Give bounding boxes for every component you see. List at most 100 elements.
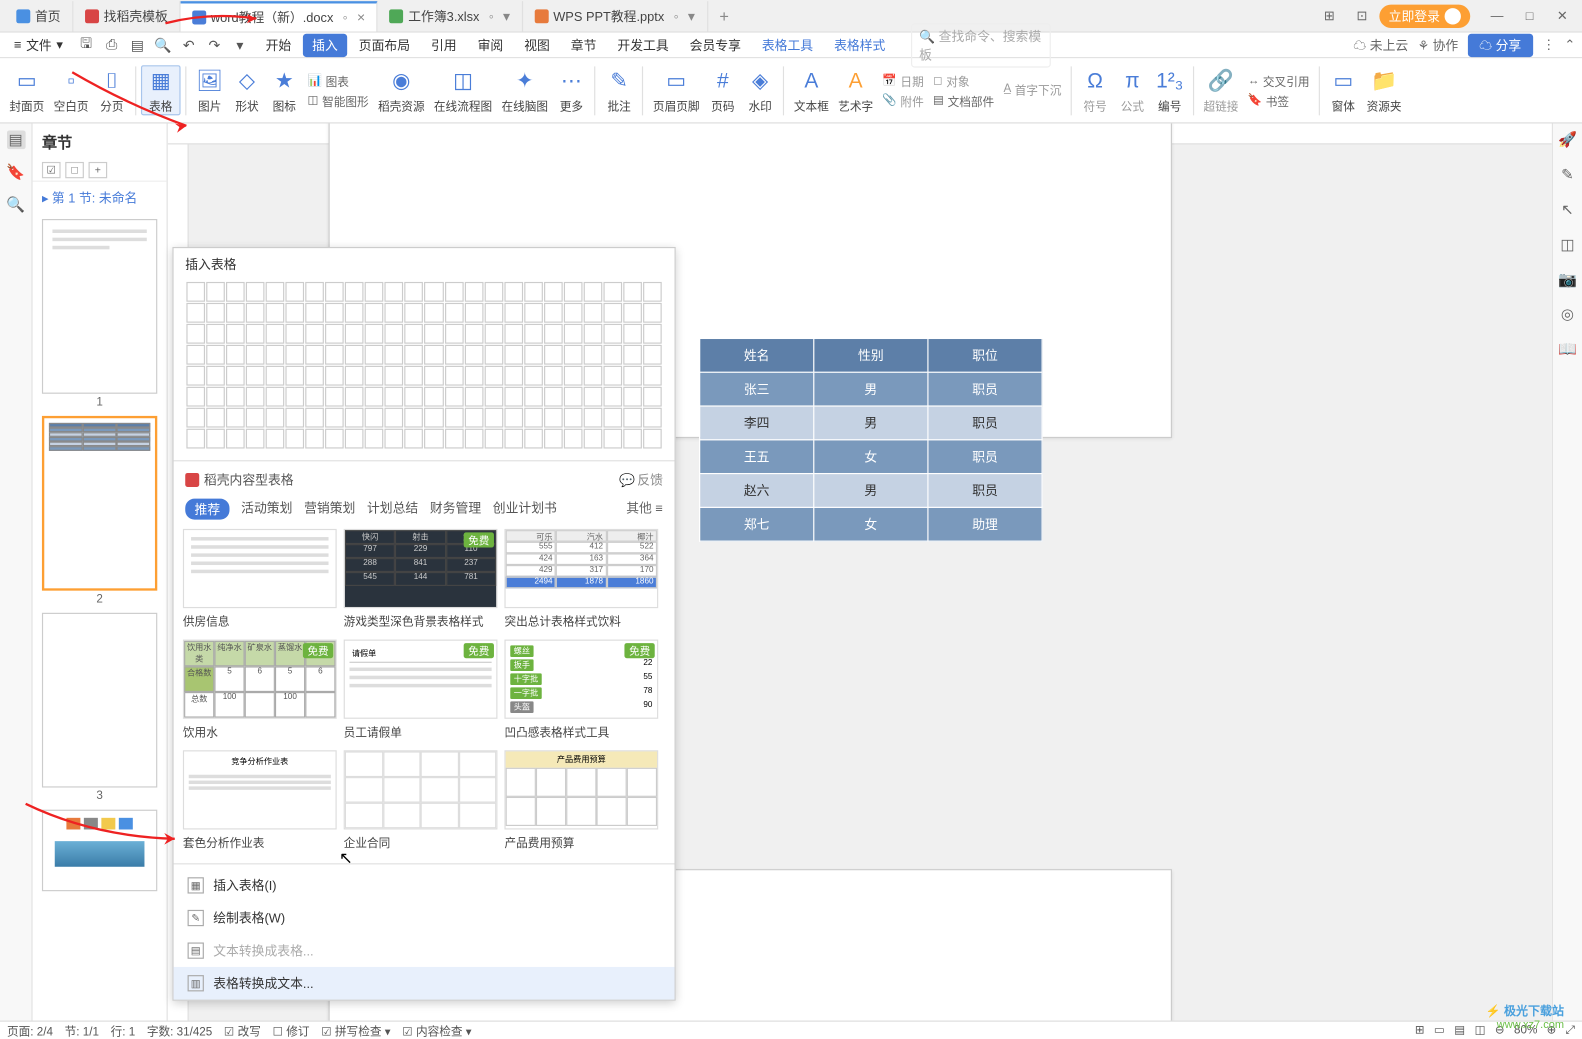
- rb-bookmark[interactable]: 🔖书签: [1248, 91, 1310, 108]
- maximize-button[interactable]: □: [1515, 4, 1545, 27]
- rb-wordart[interactable]: A艺术字: [834, 66, 878, 114]
- dropdown-icon[interactable]: ▾: [231, 36, 250, 55]
- rb-attach[interactable]: 📎附件: [882, 91, 923, 108]
- tab-ppt[interactable]: WPS PPT教程.pptx◦▾: [523, 1, 708, 31]
- menu-draw-table[interactable]: ✎绘制表格(W): [174, 902, 675, 935]
- menu-insert[interactable]: 插入: [303, 33, 347, 56]
- save-icon[interactable]: 🖫: [77, 36, 96, 55]
- menu-dev[interactable]: 开发工具: [608, 36, 678, 55]
- share-button[interactable]: ☁ 分享: [1468, 33, 1533, 56]
- cat-plan[interactable]: 计划总结: [367, 499, 418, 520]
- status-revise[interactable]: ☐ 修订: [273, 1022, 310, 1039]
- print-icon[interactable]: ▤: [128, 36, 147, 55]
- menu-start[interactable]: 开始: [256, 36, 300, 55]
- close-icon[interactable]: ◦: [674, 8, 679, 24]
- rb-number[interactable]: 1²₃编号: [1151, 66, 1188, 114]
- rb-headerfooter[interactable]: ▭页眉页脚: [648, 66, 704, 114]
- grid-icon[interactable]: ⊞: [1314, 4, 1344, 27]
- search-strip-icon[interactable]: 🔍: [6, 196, 25, 215]
- menu-view[interactable]: 视图: [515, 36, 559, 55]
- menu-table-to-text[interactable]: ▥表格转换成文本...: [174, 967, 675, 1000]
- camera-icon[interactable]: 📷: [1558, 270, 1577, 289]
- cloud-status[interactable]: ☁ 未上云: [1353, 36, 1408, 55]
- rb-date[interactable]: 📅日期: [882, 72, 923, 89]
- rb-crossref[interactable]: ↔交叉引用: [1248, 72, 1310, 89]
- tmpl-2[interactable]: 快闪射击角色797229110288841237545144781免费游戏类型深…: [344, 529, 498, 633]
- rb-blank[interactable]: ▫空白页: [49, 66, 93, 114]
- menu-insert-table[interactable]: ▦插入表格(I): [174, 869, 675, 902]
- login-button[interactable]: 立即登录: [1379, 4, 1470, 27]
- status-content[interactable]: ☑ 内容检查 ▾: [402, 1022, 471, 1039]
- cat-marketing[interactable]: 营销策划: [304, 499, 355, 520]
- tmpl-7[interactable]: 竞争分析作业表套色分析作业表: [183, 750, 337, 854]
- tmpl-6[interactable]: 螺丝42扳手22十字批55一字批78头盔90免费凹凸感表格样式工具: [504, 640, 658, 744]
- collab-button[interactable]: ⚘ 协作: [1418, 36, 1459, 55]
- rb-dropcap[interactable]: A̲首字下沉: [1003, 80, 1061, 97]
- menu-table-style[interactable]: 表格样式: [825, 36, 895, 55]
- view-outline-icon[interactable]: ▤: [1454, 1024, 1465, 1037]
- thumb-2[interactable]: [42, 416, 157, 591]
- rb-chart[interactable]: 📊图表: [308, 72, 369, 89]
- rb-resource[interactable]: ◉稻壳资源: [373, 66, 429, 114]
- rb-pagebreak[interactable]: ⌷分页: [93, 66, 130, 114]
- status-page[interactable]: 页面: 2/4: [7, 1022, 53, 1039]
- rb-folder[interactable]: 📁资源夹: [1362, 66, 1406, 114]
- book-icon[interactable]: 📖: [1558, 340, 1577, 359]
- rb-textbox[interactable]: A文本框: [789, 66, 833, 114]
- outline-icon[interactable]: ▤: [6, 130, 25, 149]
- search-input[interactable]: 🔍 查找命令、搜索模板: [911, 23, 1051, 67]
- cat-business[interactable]: 创业计划书: [493, 499, 557, 520]
- tmpl-9[interactable]: 产品费用预算 产品费用预算: [504, 750, 658, 854]
- cat-recommend[interactable]: 推荐: [185, 499, 229, 520]
- tab-word-doc[interactable]: word教程（新）.docx◦×: [181, 1, 378, 31]
- table-grid-picker[interactable]: [174, 281, 675, 456]
- ch-tool-3[interactable]: +: [89, 162, 108, 178]
- rb-icon[interactable]: ★图标: [266, 66, 303, 114]
- menu-table-tools[interactable]: 表格工具: [753, 36, 823, 55]
- ch-tool-1[interactable]: ☑: [42, 162, 61, 178]
- tmpl-8[interactable]: 企业合同: [344, 750, 498, 854]
- status-words[interactable]: 字数: 31/425: [147, 1022, 212, 1039]
- tab-menu-icon[interactable]: ×: [357, 9, 365, 25]
- feedback-link[interactable]: 💬 反馈: [619, 471, 663, 490]
- rb-object[interactable]: ◻对象: [933, 72, 994, 89]
- tab-template[interactable]: 找稻壳模板: [73, 1, 180, 31]
- fit-icon[interactable]: ⤢: [1566, 1024, 1575, 1037]
- close-icon[interactable]: ◦: [343, 9, 348, 25]
- cat-other[interactable]: 其他 ≡: [626, 499, 663, 520]
- bookmark-strip-icon[interactable]: 🔖: [6, 163, 25, 182]
- rb-comment[interactable]: ✎批注: [601, 66, 638, 114]
- undo-icon[interactable]: ↶: [179, 36, 198, 55]
- new-tab-button[interactable]: +: [708, 1, 741, 31]
- rb-flowchart[interactable]: ◫在线流程图: [429, 66, 497, 114]
- apps-icon[interactable]: ⊡: [1347, 4, 1377, 27]
- rb-formula[interactable]: π公式: [1114, 66, 1151, 114]
- menu-reference[interactable]: 引用: [422, 36, 466, 55]
- chapter-section[interactable]: ▸ 第 1 节: 未命名: [33, 182, 167, 215]
- collapse-ribbon-icon[interactable]: ⌃: [1564, 37, 1575, 52]
- cat-finance[interactable]: 财务管理: [430, 499, 481, 520]
- rb-more[interactable]: ⋯更多: [553, 66, 590, 114]
- ch-tool-2[interactable]: □: [65, 162, 84, 178]
- redo-icon[interactable]: ↷: [205, 36, 224, 55]
- thumb-3[interactable]: [42, 613, 157, 788]
- tmpl-3[interactable]: 可乐汽水椰汁5554125224241633644293171702494187…: [504, 529, 658, 633]
- rb-pagenum[interactable]: #页码: [704, 66, 741, 114]
- tmpl-5[interactable]: 请假单免费员工请假单: [344, 640, 498, 744]
- rb-form[interactable]: ▭窗体: [1325, 66, 1362, 114]
- rb-mindmap[interactable]: ✦在线脑图: [497, 66, 553, 114]
- rb-symbol[interactable]: Ω符号: [1076, 66, 1113, 114]
- tab-home[interactable]: 首页: [5, 1, 74, 31]
- view-read-icon[interactable]: ◫: [1475, 1024, 1486, 1037]
- close-icon[interactable]: ◦: [489, 8, 494, 24]
- rb-hyperlink[interactable]: 🔗超链接: [1199, 66, 1243, 114]
- rb-cover[interactable]: ▭封面页: [5, 66, 49, 114]
- rocket-icon[interactable]: 🚀: [1558, 130, 1577, 149]
- target-icon[interactable]: ◎: [1558, 305, 1577, 324]
- view-web-icon[interactable]: ▭: [1434, 1024, 1445, 1037]
- pen-icon[interactable]: ✎: [1558, 165, 1577, 184]
- status-record[interactable]: ☑ 改写: [224, 1022, 261, 1039]
- tab-excel[interactable]: 工作簿3.xlsx◦▾: [378, 1, 523, 31]
- view-print-icon[interactable]: ⊞: [1415, 1024, 1425, 1037]
- document-table[interactable]: 姓名性别职位 张三男职员 李四男职员 王五女职员 赵六男职员 郑七女助理: [699, 338, 1043, 542]
